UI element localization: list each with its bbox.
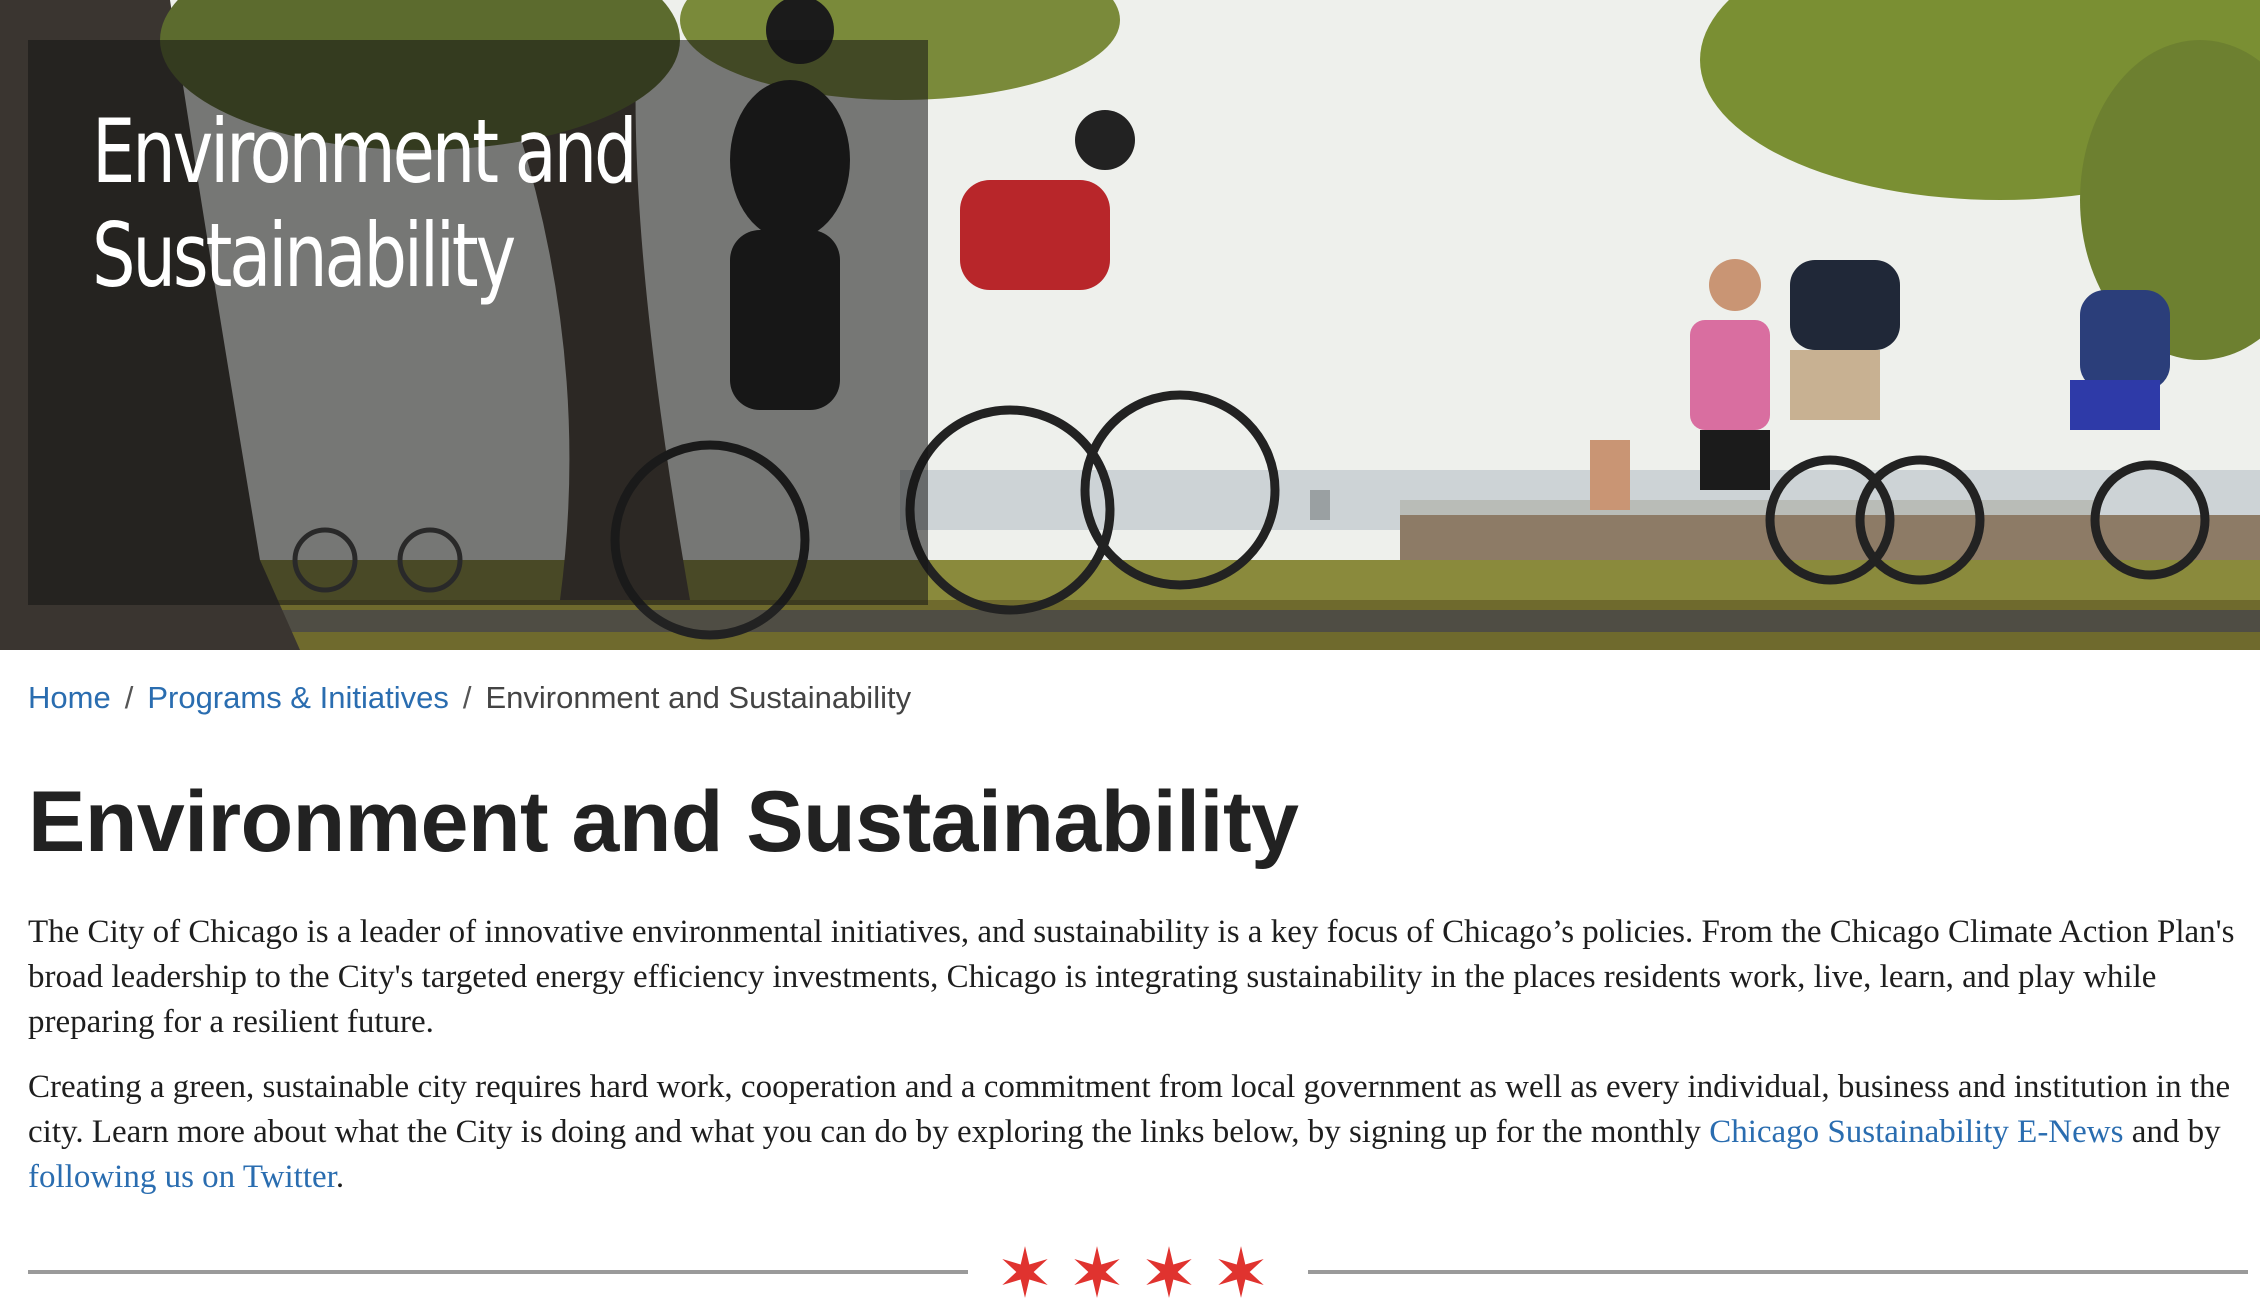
star-icon	[1146, 1246, 1192, 1298]
twitter-link[interactable]: following us on Twitter	[28, 1159, 336, 1195]
breadcrumb-programs-link[interactable]: Programs & Initiatives	[147, 680, 449, 716]
hero-title-line1: Environment and	[92, 100, 638, 203]
engagement-paragraph: Creating a green, sustainable city requi…	[28, 1065, 2238, 1200]
divider-line-right	[1308, 1270, 2248, 1274]
sustainability-enews-link[interactable]: Chicago Sustainability E-News	[1709, 1114, 2123, 1150]
hero-banner: Environment and Sustainability	[0, 0, 2260, 650]
breadcrumb-home-link[interactable]: Home	[28, 680, 111, 716]
intro-paragraph: The City of Chicago is a leader of innov…	[28, 914, 2235, 1040]
breadcrumb: Home / Programs & Initiatives / Environm…	[28, 676, 911, 720]
page-title: Environment and Sustainability	[28, 774, 1299, 870]
hero-title: Environment and Sustainability	[92, 100, 685, 308]
star-divider	[28, 1245, 2248, 1305]
chicago-stars	[998, 1245, 1268, 1299]
p2-text-middle: and by	[2123, 1114, 2221, 1150]
star-icon	[1074, 1246, 1120, 1298]
breadcrumb-current: Environment and Sustainability	[485, 680, 912, 715]
p2-text-after: .	[335, 1159, 345, 1195]
star-icon	[1218, 1246, 1264, 1298]
hero-title-line2: Sustainability	[92, 204, 516, 307]
divider-line-left	[28, 1270, 968, 1274]
star-icon	[1002, 1246, 1048, 1298]
breadcrumb-separator: /	[124, 680, 134, 715]
breadcrumb-separator: /	[462, 680, 472, 715]
